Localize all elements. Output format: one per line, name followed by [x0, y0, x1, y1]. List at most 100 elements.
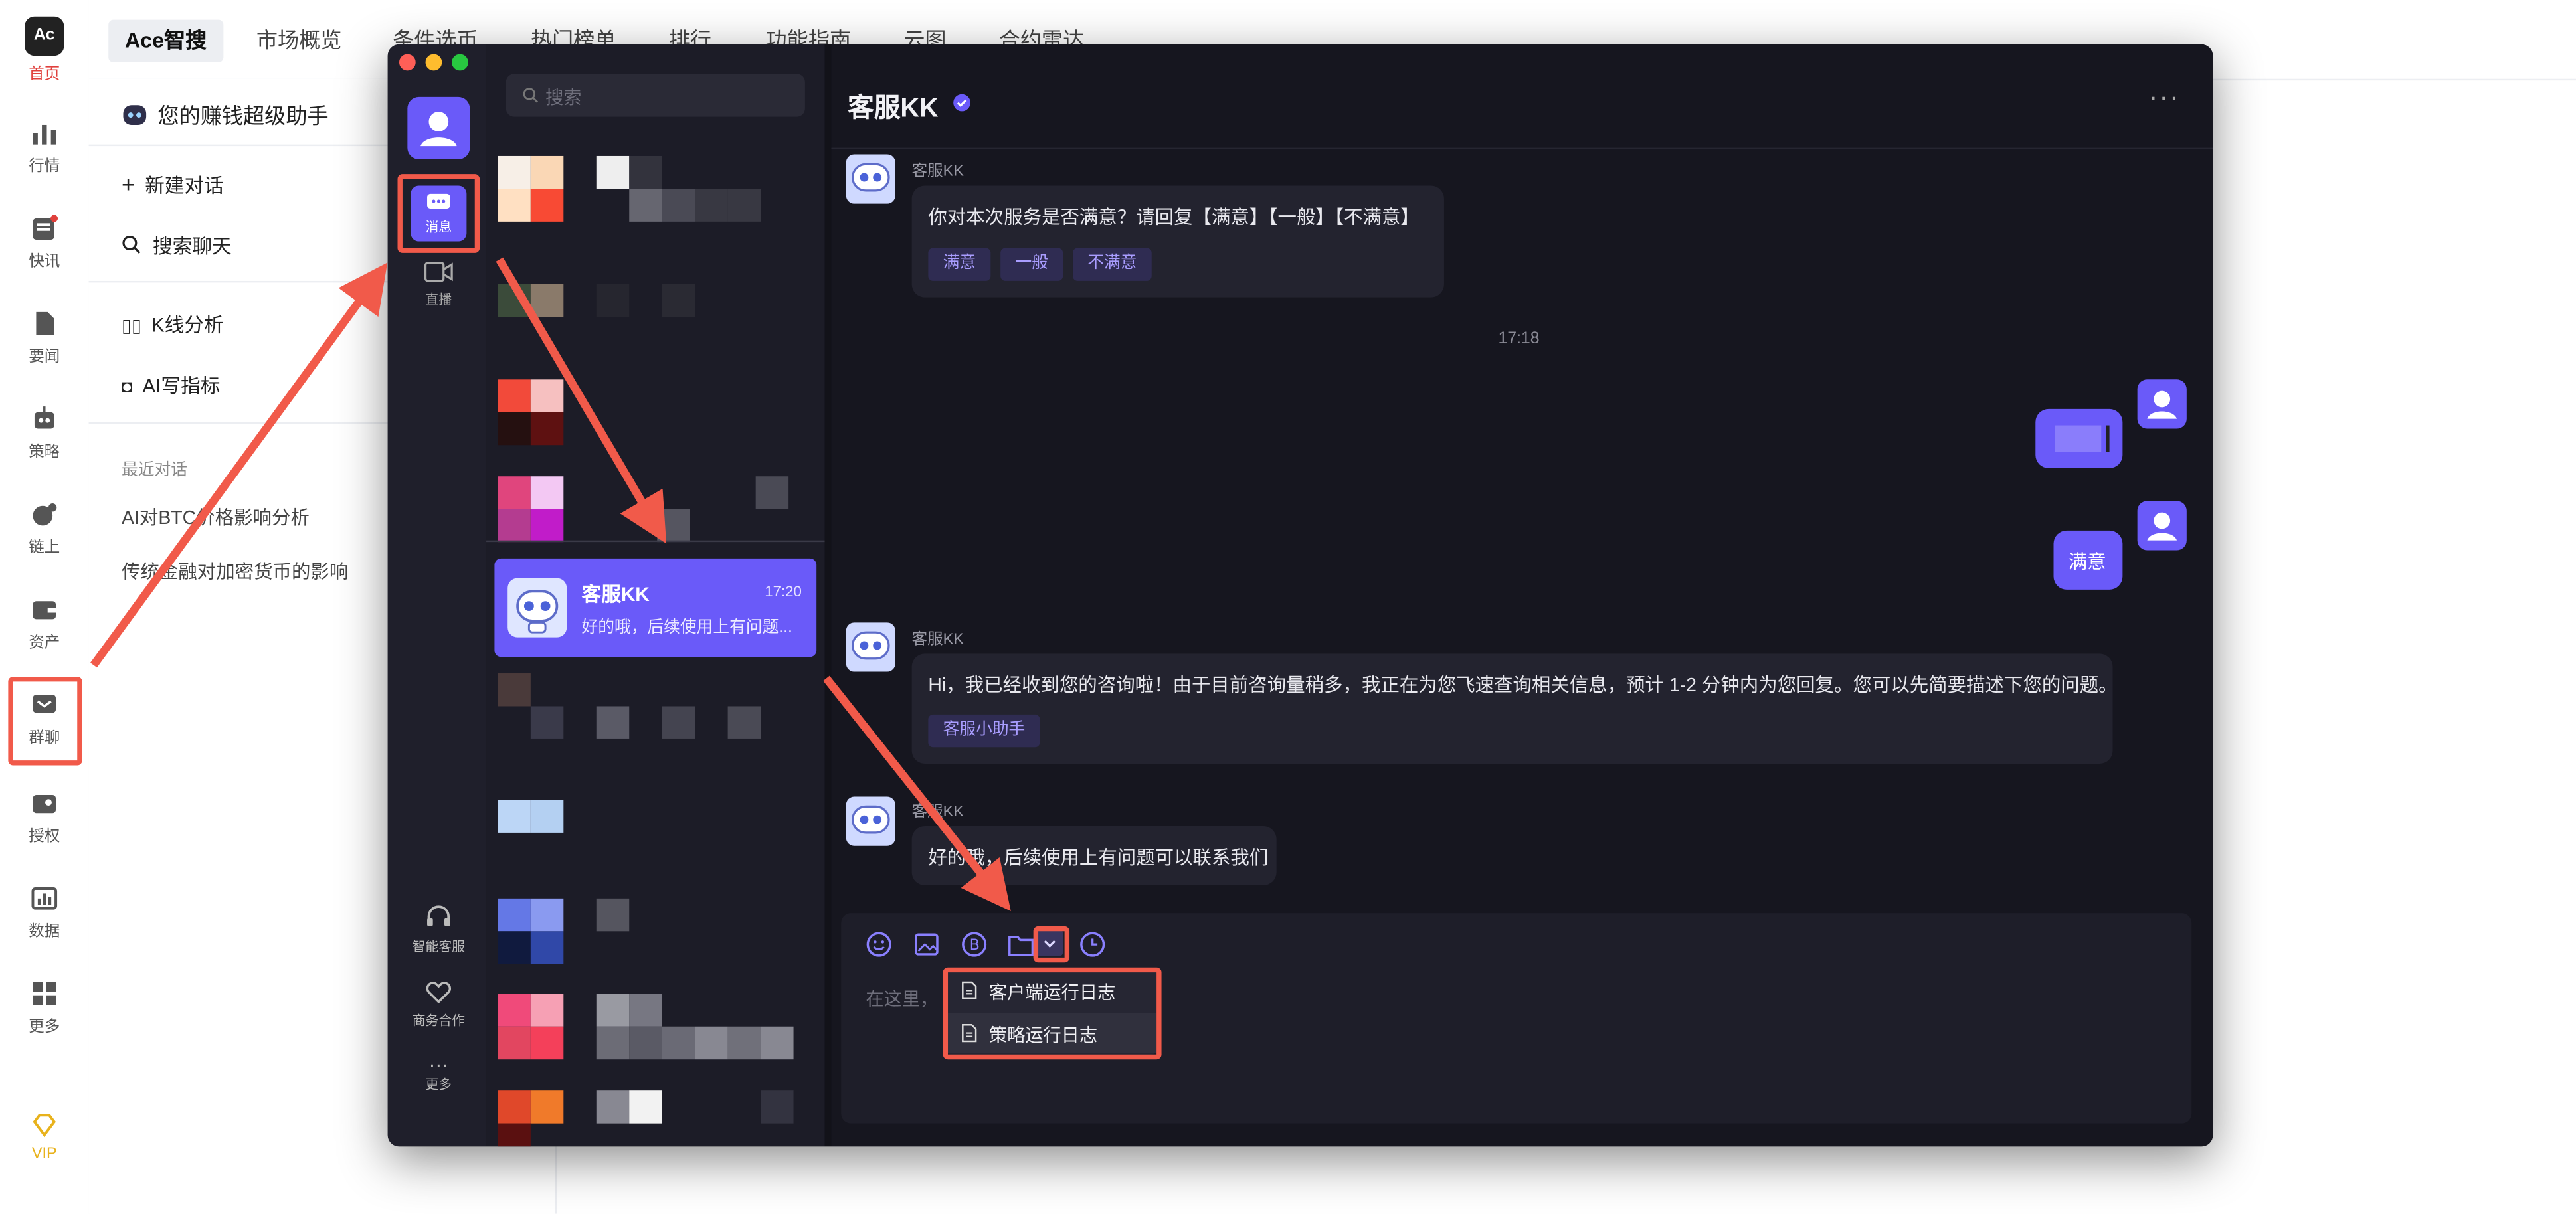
search-chat-button[interactable]: 搜索聊天 — [122, 232, 232, 260]
annotation-box-group-chat — [8, 676, 82, 766]
message-input[interactable]: 在这里， — [866, 986, 938, 1012]
nav-support[interactable]: 智能客服 — [401, 905, 476, 956]
home-logo-icon: Ac — [25, 16, 64, 56]
grid-icon — [33, 982, 56, 1005]
recent-label: 最近对话 — [122, 461, 187, 480]
quick-reply-chip[interactable]: 不满意 — [1072, 248, 1152, 281]
handshake-heart-icon — [426, 982, 451, 1004]
header-divider — [831, 147, 2213, 150]
bot-avatar — [846, 154, 895, 204]
news-icon — [33, 215, 58, 240]
robot-avatar-icon — [851, 631, 890, 660]
user-avatar[interactable] — [407, 96, 470, 159]
headset-icon — [427, 905, 450, 926]
rail-label: 策略 — [29, 443, 60, 462]
rail-item-home[interactable]: Ac 首页 — [0, 16, 89, 102]
ellipsis-icon: ··· — [428, 1053, 449, 1076]
video-icon — [424, 262, 453, 282]
rail-label: 链上 — [29, 539, 60, 557]
robot-avatar-icon — [123, 105, 147, 125]
rail-item-strategy[interactable]: 策略 — [0, 404, 89, 489]
rail-item-assets[interactable]: 资产 — [0, 594, 89, 680]
nav-support-label: 智能客服 — [412, 939, 465, 954]
user-avatar — [2137, 501, 2187, 551]
list-scrollbar-gap — [824, 44, 832, 1147]
clock-icon[interactable] — [1079, 931, 1106, 958]
nav-live-label: 直播 — [425, 292, 452, 307]
nav-more-label: 更多 — [425, 1077, 452, 1092]
rail-label: 更多 — [29, 1018, 60, 1037]
rail-item-data[interactable]: 数据 — [0, 884, 89, 970]
verified-badge-icon — [953, 94, 970, 112]
redacted-block — [2106, 425, 2110, 452]
quick-reply-chip[interactable]: 满意 — [928, 248, 991, 281]
quick-reply-chip[interactable]: 客服小助手 — [928, 714, 1040, 748]
conversation-item-selected[interactable]: 客服KK 17:20 好的哦，后续使用上有问题... — [494, 558, 817, 657]
message-bubble: 你对本次服务是否满意？请回复【满意】【一般】【不满意】 满意 一般 不满意 — [911, 185, 1444, 298]
rail-label: 要闻 — [29, 348, 60, 367]
rail-item-onchain[interactable]: 链上 — [0, 499, 89, 585]
window-minimize-button[interactable] — [425, 54, 442, 71]
svg-text:B: B — [970, 936, 980, 954]
annotation-box-dropdown-toggle — [1033, 926, 1070, 963]
quick-reply-group: 满意 一般 不满意 — [928, 248, 1161, 281]
rail-label: 数据 — [29, 922, 60, 942]
tab-ace-search[interactable]: Ace智搜 — [108, 19, 224, 62]
conversation-name: 客服KK — [581, 582, 650, 606]
tab-market-overview[interactable]: 市场概览 — [240, 20, 358, 62]
quick-reply-chip[interactable]: 一般 — [1000, 248, 1063, 281]
chat-window: 消息 直播 智能客服 商务合作 ··· 更多 搜索 客服KK 17:20 好的哦… — [387, 44, 2213, 1147]
bitcoin-icon[interactable]: B — [961, 931, 988, 958]
message-text: 好的哦，后续使用上有问题可以联系我们 — [928, 849, 1269, 869]
conversation-list: 搜索 客服KK 17:20 好的哦，后续使用上有问题... — [486, 44, 825, 1147]
nav-business-label: 商务合作 — [412, 1013, 465, 1029]
conversation-time: 17:20 — [765, 582, 802, 600]
rail-label: 行情 — [29, 157, 60, 176]
recent-chat-item[interactable]: AI对BTC价格影响分析 — [122, 504, 310, 531]
message-text: 满意 — [2068, 553, 2106, 574]
more-options-icon[interactable]: ··· — [2149, 84, 2180, 114]
annotation-box-messages — [397, 174, 480, 253]
auth-icon — [33, 795, 56, 814]
nav-live[interactable]: 直播 — [411, 261, 466, 309]
rail-item-more[interactable]: 更多 — [0, 979, 89, 1065]
nav-more[interactable]: ··· 更多 — [401, 1053, 476, 1094]
timestamp: 17:18 — [1498, 330, 1540, 349]
emoji-icon[interactable] — [866, 931, 892, 958]
user-icon — [2147, 512, 2177, 541]
robot-avatar-icon — [851, 163, 890, 192]
nav-business[interactable]: 商务合作 — [401, 981, 476, 1030]
robot-avatar-icon — [516, 590, 559, 634]
window-close-button[interactable] — [399, 54, 416, 71]
rail-label: 快讯 — [29, 252, 60, 272]
annotation-box-dropdown-menu — [943, 967, 1162, 1060]
search-input[interactable]: 搜索 — [506, 74, 805, 117]
recent-chat-item[interactable]: 传统金融对加密货币的影响 — [122, 559, 348, 585]
folder-icon[interactable] — [1007, 933, 1035, 958]
rail-item-flash[interactable]: 快讯 — [0, 214, 89, 300]
rail-label: 资产 — [29, 634, 60, 652]
user-icon — [420, 112, 457, 147]
robot-avatar-icon — [851, 805, 890, 834]
quick-reply-group: 客服小助手 — [928, 714, 1050, 748]
chain-icon — [33, 503, 57, 526]
redacted-block — [2055, 425, 2102, 452]
outgoing-message: 满意 — [2053, 530, 2123, 590]
rail-item-authorize[interactable]: 授权 — [0, 788, 89, 874]
sender-name: 客服KK — [911, 162, 964, 181]
rail-item-vip[interactable]: VIP — [0, 1110, 89, 1196]
bot-icon: ◘ — [122, 377, 133, 398]
plus-icon: + — [122, 171, 136, 197]
message-bubble: Hi，我已经收到您的咨询啦！由于目前咨询量稍多，我正在为您飞速查询相关信息，预计… — [911, 653, 2118, 764]
rail-item-headlines[interactable]: 要闻 — [0, 309, 89, 394]
rail-item-market[interactable]: 行情 — [0, 118, 89, 204]
sender-name: 客服KK — [911, 803, 964, 822]
kline-analysis-button[interactable]: ▯▯ K线分析 — [122, 310, 224, 338]
new-chat-button[interactable]: + 新建对话 — [122, 171, 224, 199]
search-icon — [122, 236, 141, 254]
message-text: Hi，我已经收到您的咨询啦！由于目前咨询量稍多，我正在为您飞速查询相关信息，预计… — [928, 676, 2118, 697]
message-text: 你对本次服务是否满意？请回复【满意】【一般】【不满意】 — [928, 209, 1420, 228]
window-maximize-button[interactable] — [452, 54, 468, 71]
ai-indicator-button[interactable]: ◘ AI写指标 — [122, 371, 220, 399]
image-icon[interactable] — [913, 931, 940, 958]
